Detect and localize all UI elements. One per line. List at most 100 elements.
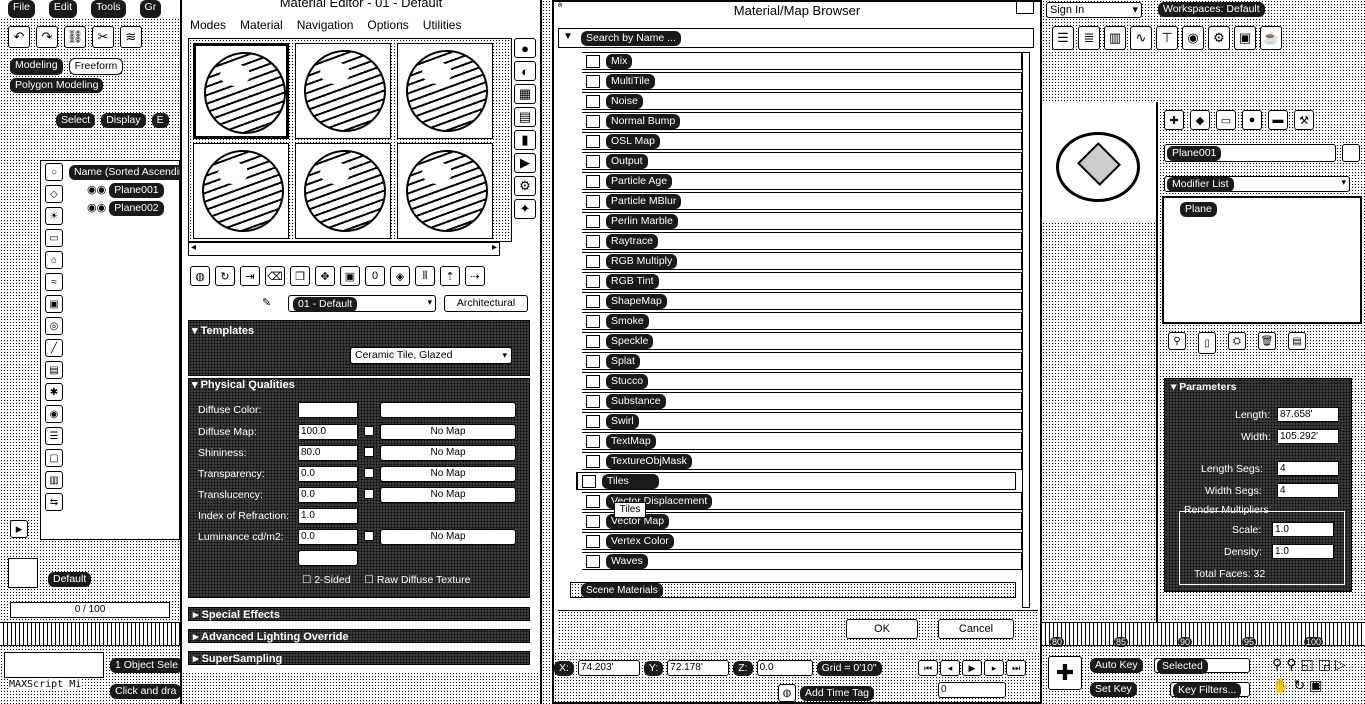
make-unique-icon[interactable]: ⛭ xyxy=(1228,332,1246,350)
go-forward-icon[interactable]: ⇢ xyxy=(465,266,485,286)
z-coordinate-field[interactable]: 0.0 xyxy=(756,660,813,676)
pan-icon[interactable]: ✋ xyxy=(1272,677,1289,694)
diffuse-color-swatch[interactable] xyxy=(298,402,358,418)
translucency-map-button[interactable]: No Map xyxy=(380,487,516,503)
make-unique-icon[interactable]: ✥ xyxy=(315,266,335,286)
next-frame-icon[interactable]: ▸ xyxy=(984,660,1004,676)
map-list-item[interactable]: OSL Map xyxy=(582,132,1022,150)
options-icon[interactable]: ⚙ xyxy=(514,176,536,196)
get-material-icon[interactable]: ◍ xyxy=(190,266,210,286)
material-name-field[interactable]: 01 - Default ▾ xyxy=(288,295,436,312)
selected-dropdown[interactable]: Selected xyxy=(1154,658,1250,674)
options-arrow-icon[interactable]: ▼ xyxy=(563,31,573,42)
particle-icon[interactable]: ✱ xyxy=(45,383,63,401)
menu-file[interactable]: File xyxy=(8,0,35,18)
luminance-from-light-button[interactable] xyxy=(298,550,358,566)
cancel-button[interactable]: Cancel xyxy=(938,619,1014,639)
set-key-button[interactable]: Set Key xyxy=(1090,682,1137,697)
orbit-icon[interactable]: ↻ xyxy=(1293,677,1305,694)
show-shaded-icon[interactable]: ◈ xyxy=(390,266,410,286)
bone-icon[interactable]: ╱ xyxy=(45,339,63,357)
map-list-item[interactable]: ShapeMap xyxy=(582,292,1022,310)
eye-icon[interactable]: ◉ xyxy=(45,405,63,423)
modifier-stack[interactable]: Plane xyxy=(1162,196,1362,324)
invert-icon[interactable]: ⇆ xyxy=(45,493,63,511)
scroll-right-icon[interactable]: ▸ xyxy=(492,242,497,253)
map-list-item[interactable]: Normal Bump xyxy=(582,112,1022,130)
search-bar[interactable]: ▼ Search by Name ... xyxy=(558,28,1034,48)
sample-slot[interactable] xyxy=(193,43,289,139)
visibility-eye-icon[interactable]: ◉◉ xyxy=(87,202,106,214)
fov-icon[interactable]: ▷ xyxy=(1335,656,1346,673)
group-icon[interactable]: ▣ xyxy=(45,295,63,313)
reset-map-icon[interactable]: ⌫ xyxy=(265,266,285,286)
physical-qualities-header[interactable]: ▾ Physical Qualities xyxy=(188,378,530,392)
menu-options[interactable]: Options xyxy=(367,16,408,34)
luminance-checkbox[interactable] xyxy=(364,531,374,541)
map-list-item[interactable]: Particle Age xyxy=(582,172,1022,190)
map-list-item[interactable]: Waves xyxy=(582,552,1022,570)
sign-in-dropdown[interactable]: Sign In ▾ xyxy=(1046,2,1142,18)
workspace-selector[interactable]: Workspaces: Default xyxy=(1158,2,1265,17)
scene-item[interactable]: ◉◉ Plane002 xyxy=(87,201,164,216)
copy-material-icon[interactable]: ❐ xyxy=(290,266,310,286)
show-end-result-icon[interactable]: ⫴ xyxy=(415,266,435,286)
maxscript-listener[interactable]: MAXScript Mi xyxy=(4,652,104,690)
scale-spinner[interactable]: 1.0 xyxy=(1272,522,1334,537)
map-list-item[interactable]: Vector Displacement xyxy=(582,492,1022,510)
render-setup-icon[interactable]: ⚙ xyxy=(1208,26,1230,50)
container-icon[interactable]: ▤ xyxy=(45,361,63,379)
background-icon[interactable]: ▦ xyxy=(514,84,536,104)
slot-scrollbar[interactable]: ◂ ▸ xyxy=(188,242,500,256)
play-icon[interactable]: ▶ xyxy=(962,660,982,676)
list-scrollbar[interactable] xyxy=(1022,52,1030,608)
sample-slot[interactable] xyxy=(397,43,493,139)
timeline-track-right[interactable]: 80 85 90 95 100 xyxy=(1042,622,1365,647)
polygon-modeling-label[interactable]: Polygon Modeling xyxy=(10,78,104,93)
backlight-icon[interactable]: ◐ xyxy=(514,61,536,81)
tab-modeling[interactable]: Modeling xyxy=(10,58,63,75)
translucency-spinner[interactable]: 0.0 xyxy=(298,487,358,503)
pin-stack-icon[interactable]: ⚲ xyxy=(1168,332,1186,350)
zoom-all-icon[interactable]: ⚲ xyxy=(1286,656,1296,673)
sample-slot[interactable] xyxy=(193,143,289,239)
map-list-item[interactable]: Output xyxy=(582,152,1022,170)
map-list-item[interactable]: RGB Tint xyxy=(582,272,1022,290)
modify-tab-icon[interactable]: ◆ xyxy=(1190,110,1210,130)
layer-explorer-icon[interactable]: ≣ xyxy=(1078,26,1100,50)
scroll-left-icon[interactable]: ◂ xyxy=(191,242,196,253)
put-to-library-icon[interactable]: ▣ xyxy=(340,266,360,286)
dropdown-arrow-icon[interactable]: ▾ xyxy=(427,297,432,308)
viewport[interactable] xyxy=(1042,102,1158,622)
sphere-icon[interactable]: ○ xyxy=(45,163,63,181)
luminance-map-button[interactable]: No Map xyxy=(380,529,516,545)
supersampling-rollout[interactable]: ▸ SuperSampling xyxy=(188,651,530,665)
shapes-icon[interactable]: ◇ xyxy=(45,185,63,203)
shininess-spinner[interactable]: 80.0 xyxy=(298,445,358,461)
map-list-item[interactable]: Swirl xyxy=(582,412,1022,430)
show-end-result-icon[interactable]: ▯ xyxy=(1198,332,1216,354)
tab-freeform[interactable]: Freeform xyxy=(68,58,124,75)
go-to-parent-icon[interactable]: ⇡ xyxy=(440,266,460,286)
scene-materials-section[interactable]: Scene Materials xyxy=(570,582,1016,598)
uv-tiling-icon[interactable]: ▤ xyxy=(514,107,536,127)
template-dropdown[interactable]: Ceramic Tile, Glazed ▾ xyxy=(350,347,512,364)
curve-editor-icon[interactable]: ∿ xyxy=(1130,26,1152,50)
menu-material[interactable]: Material xyxy=(240,16,283,34)
redo-icon[interactable]: ↷ xyxy=(36,26,58,48)
motion-tab-icon[interactable]: ● xyxy=(1242,110,1262,130)
auto-key-button[interactable]: Auto Key xyxy=(1090,658,1143,673)
diffuse-map-button[interactable]: No Map xyxy=(380,424,516,440)
camera-icon[interactable]: ▭ xyxy=(45,229,63,247)
zoom-icon[interactable]: ⚲ xyxy=(1272,656,1282,673)
object-color-swatch[interactable] xyxy=(1342,144,1360,162)
tab-edit[interactable]: E xyxy=(151,113,169,128)
material-editor-icon[interactable]: ◉ xyxy=(1182,26,1204,50)
menu-navigation[interactable]: Navigation xyxy=(297,16,354,34)
diffuse-map-spinner[interactable]: 100.0 xyxy=(298,424,358,440)
key-mode-icon[interactable]: ✚ xyxy=(1048,656,1082,690)
go-to-end-icon[interactable]: ⏭ xyxy=(1006,660,1026,676)
ok-button[interactable]: OK xyxy=(846,619,918,639)
map-list-item[interactable]: Stucco xyxy=(582,372,1022,390)
special-effects-rollout[interactable]: ▸ Special Effects xyxy=(188,607,530,621)
